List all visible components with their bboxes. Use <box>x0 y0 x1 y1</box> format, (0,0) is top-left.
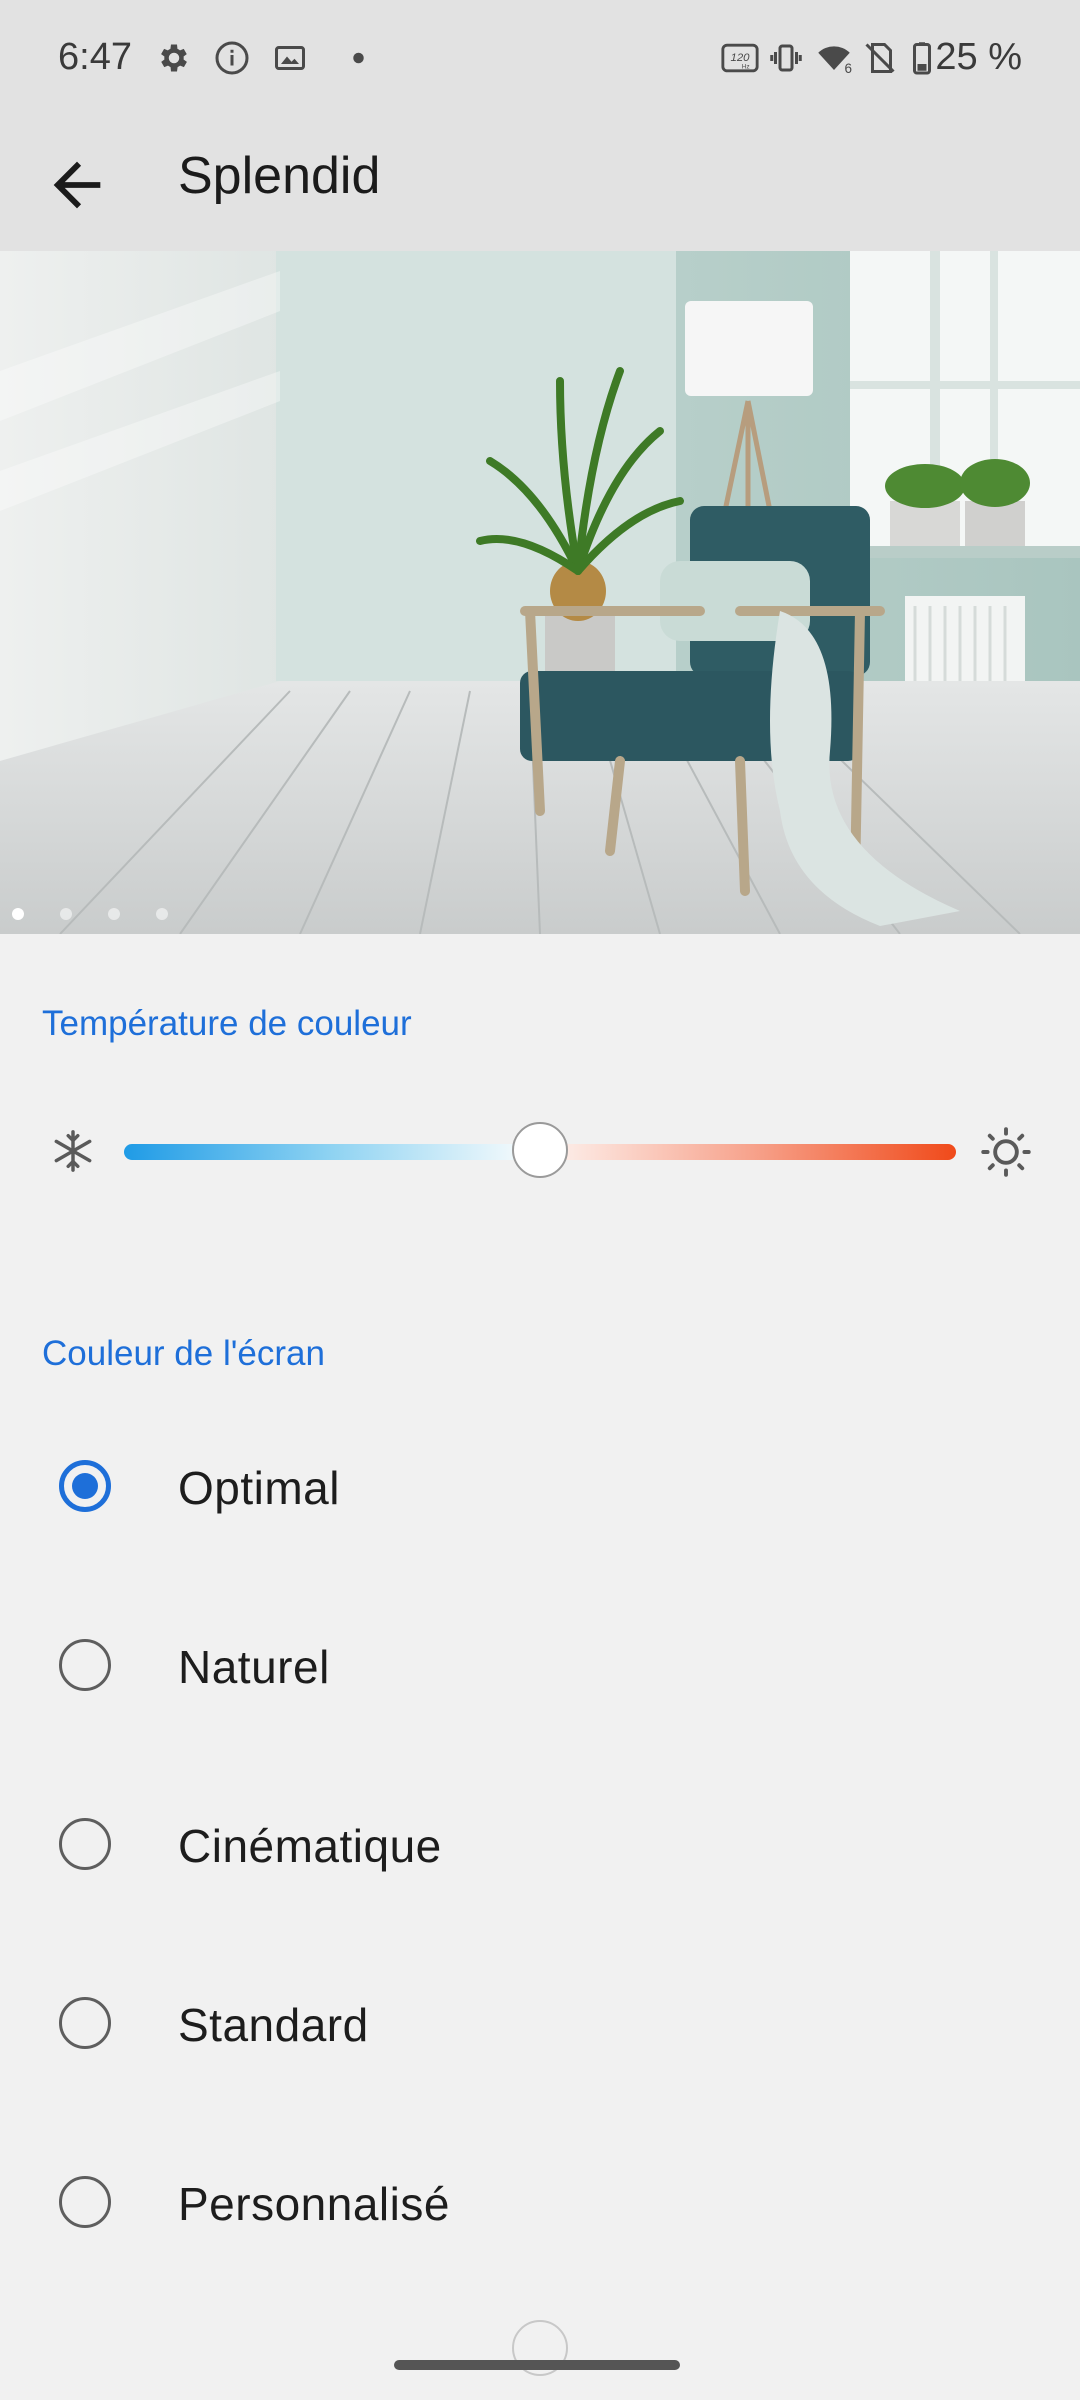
option-label: Naturel <box>178 1641 330 1693</box>
info-icon <box>215 41 249 75</box>
option-label: Cinématique <box>178 1820 442 1872</box>
wifi-icon: 6 <box>818 46 853 76</box>
color-temperature-header: Température de couleur <box>42 1004 412 1043</box>
option-label: Personnalisé <box>178 2178 450 2230</box>
radio-button[interactable] <box>59 1997 111 2049</box>
refresh-rate-icon: 120 Hz <box>721 43 759 73</box>
settings-icon <box>161 44 187 72</box>
page-dot-active[interactable] <box>12 908 24 920</box>
gesture-nav-handle[interactable] <box>394 2360 680 2370</box>
no-sim-icon <box>865 43 895 73</box>
slider-thumb[interactable] <box>512 1122 568 1178</box>
dot-icon <box>353 52 364 64</box>
page-dot[interactable] <box>108 908 120 920</box>
status-time: 6:47 <box>58 36 132 78</box>
screen-color-header: Couleur de l'écran <box>42 1334 325 1373</box>
back-arrow-icon[interactable] <box>42 150 112 220</box>
living-room-preview-image <box>0 251 1080 934</box>
svg-text:Hz: Hz <box>742 64 750 71</box>
page-dot[interactable] <box>156 908 168 920</box>
snowflake-icon <box>54 1130 92 1172</box>
option-label: Standard <box>178 1999 369 2051</box>
sun-icon <box>981 1127 1031 1177</box>
carousel-page-indicator <box>0 904 1080 924</box>
svg-text:120: 120 <box>730 52 750 64</box>
page-dot[interactable] <box>60 908 72 920</box>
preview-image-carousel[interactable] <box>0 251 1080 934</box>
app-bar: Splendid <box>0 120 1080 251</box>
image-icon <box>275 46 305 70</box>
radio-button[interactable] <box>59 1639 111 1691</box>
vibrate-icon <box>770 44 802 72</box>
radio-option-optimal[interactable]: Optimal <box>0 1397 1080 1575</box>
radio-option-cinematique[interactable]: Cinématique <box>0 1755 1080 1933</box>
svg-text:6: 6 <box>845 61 853 76</box>
color-temperature-slider[interactable] <box>0 1100 1080 1200</box>
radio-option-personnalise[interactable]: Personnalisé <box>0 2113 1080 2291</box>
battery-percent: 25 % <box>935 36 1022 78</box>
page-title: Splendid <box>178 147 381 205</box>
radio-option-naturel[interactable]: Naturel <box>0 1576 1080 1754</box>
radio-button[interactable] <box>59 1460 111 1512</box>
status-bar: 6:47 120 Hz 6 25 % <box>0 0 1080 120</box>
radio-button[interactable] <box>59 1818 111 1870</box>
option-label: Optimal <box>178 1462 340 1514</box>
radio-option-standard[interactable]: Standard <box>0 1934 1080 2112</box>
radio-button[interactable] <box>59 2176 111 2228</box>
